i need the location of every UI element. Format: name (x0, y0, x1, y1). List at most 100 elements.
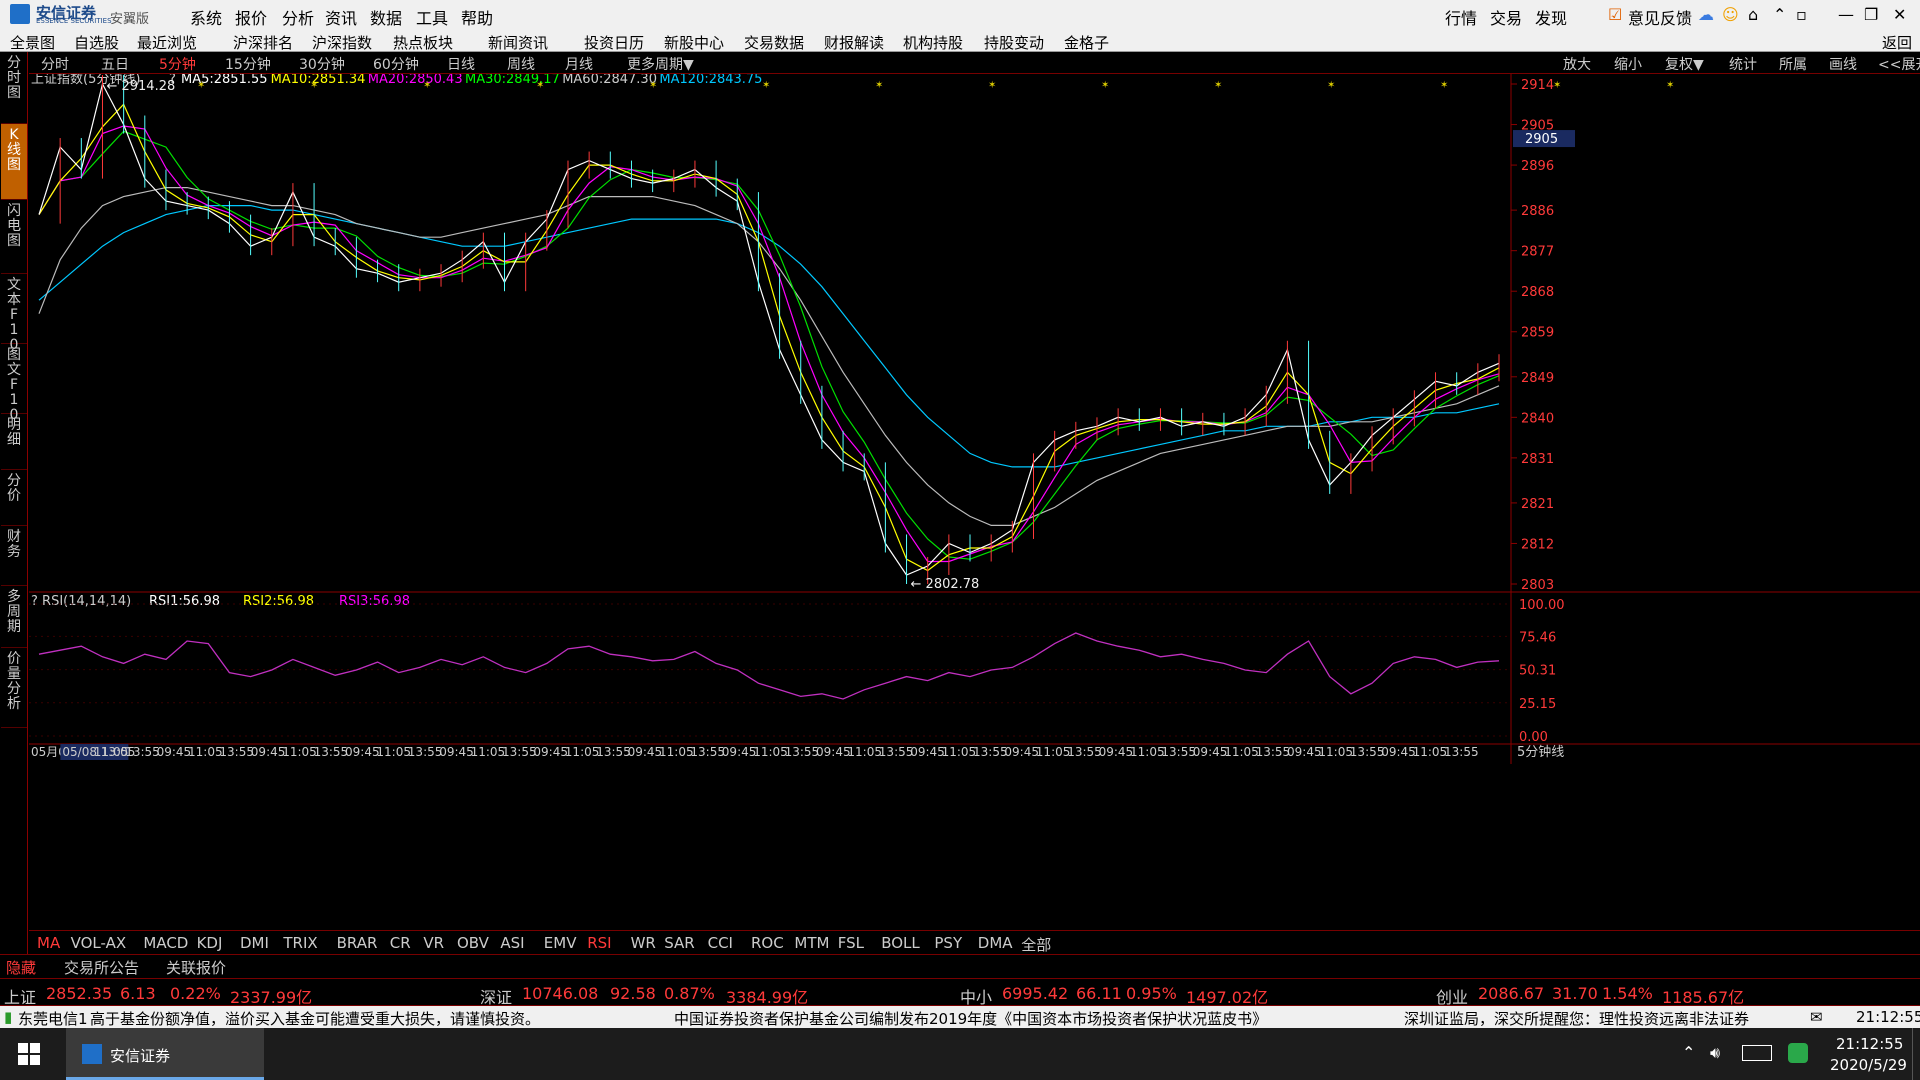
mail-icon[interactable]: ✉ (1810, 1008, 1823, 1026)
menu-item[interactable]: 系统 (190, 5, 222, 29)
menu-hangqing[interactable]: 行情 (1445, 5, 1477, 29)
indicator-tab[interactable]: WR (631, 934, 656, 952)
back-button[interactable]: 返回 (1882, 32, 1912, 53)
collapse-icon[interactable]: ⌃ (1773, 5, 1786, 24)
chart-tool-button[interactable]: 缩小 (1614, 54, 1642, 74)
toolbar-link[interactable]: 全景图 (10, 32, 55, 53)
toolbar-link[interactable]: 交易数据 (744, 32, 804, 53)
indicator-tab[interactable]: BOLL (881, 934, 920, 952)
sidebar-tab[interactable]: 价 量 分 析 (1, 648, 27, 728)
feedback-icon[interactable]: ☑ (1608, 5, 1622, 24)
volume-icon[interactable]: 🔊︎ (1710, 1043, 1720, 1063)
indicator-tab[interactable]: MACD (143, 934, 188, 952)
toolbar-link[interactable]: 机构持股 (903, 32, 963, 53)
menu-item[interactable]: 工具 (416, 5, 448, 29)
indicator-tab[interactable]: CCI (708, 934, 733, 952)
menu-item[interactable]: 帮助 (461, 5, 493, 29)
cloud-icon[interactable]: ☁ (1698, 5, 1714, 24)
toolbar-link[interactable]: 热点板块 (393, 32, 453, 53)
feedback-button[interactable]: 意见反馈 (1628, 5, 1692, 29)
toolbar-link[interactable]: 持股变动 (984, 32, 1044, 53)
toolbar-link[interactable]: 沪深指数 (312, 32, 372, 53)
windows-start-icon[interactable] (18, 1043, 40, 1065)
restore-icon[interactable]: ▫ (1796, 5, 1807, 24)
indicator-tab[interactable]: TRIX (283, 934, 317, 952)
exchange-notice-tab[interactable]: 交易所公告 (64, 957, 139, 978)
sidebar-tab[interactable]: 图 文 F 1 0 (1, 344, 27, 423)
indicator-tab[interactable]: MTM (794, 934, 829, 952)
sidebar-tab[interactable]: 文 本 F 1 0 (1, 274, 27, 353)
chart-tool-button[interactable]: 所属 (1779, 54, 1807, 74)
sidebar-tab[interactable]: 多 周 期 (1, 586, 27, 648)
ticker-message[interactable]: 深圳证监局，深交所提醒您：理性投资远离非法证券 (1404, 1008, 1804, 1029)
indicator-tab[interactable]: PSY (934, 934, 962, 952)
indicator-tab[interactable]: 全部 (1021, 934, 1051, 955)
menu-jiaoyi[interactable]: 交易 (1490, 5, 1522, 29)
chart-tool-button[interactable]: 统计 (1729, 54, 1757, 74)
hide-button[interactable]: 隐藏 (6, 957, 36, 978)
toolbar-link[interactable]: 自选股 (74, 32, 119, 53)
sidebar-tab[interactable]: 闪 电 图 (1, 200, 27, 274)
period-tab[interactable]: 60分钟 (373, 54, 419, 74)
period-tab[interactable]: 五日 (101, 54, 129, 74)
period-tab[interactable]: 周线 (507, 54, 535, 74)
ticker-message[interactable]: 高于基金份额净值，溢价买入基金可能遭受重大损失，请谨慎投资。 (90, 1008, 610, 1029)
indicator-tab[interactable]: FSL (838, 934, 864, 952)
taskbar-app-button[interactable]: 安信证券 (66, 1028, 264, 1080)
keyboard-icon[interactable] (1742, 1045, 1772, 1061)
indicator-tab[interactable]: EMV (544, 934, 577, 952)
server-name[interactable]: 东莞电信1 (18, 1008, 88, 1029)
period-tab[interactable]: 月线 (565, 54, 593, 74)
indicator-tab[interactable]: DMA (978, 934, 1013, 952)
menu-item[interactable]: 数据 (370, 5, 402, 29)
period-tab[interactable]: 分时 (41, 54, 69, 74)
menu-faxian[interactable]: 发现 (1535, 5, 1567, 29)
indicator-tab[interactable]: VR (423, 934, 444, 952)
indicator-tab[interactable]: MA (37, 934, 60, 952)
tray-app-icon[interactable] (1788, 1043, 1808, 1063)
clock-time[interactable]: 21:12:55 (1836, 1035, 1903, 1053)
indicator-tab[interactable]: CR (390, 934, 411, 952)
indicator-tab[interactable]: ROC (751, 934, 784, 952)
chart-tool-button[interactable]: 画线 (1829, 54, 1857, 74)
kline-chart[interactable]: 上证指数(5分钟线)? MA5:2851.55 MA10:2851.34 MA20:2… (29, 74, 1920, 930)
smile-icon[interactable]: ☺ (1722, 5, 1739, 24)
indicator-tab[interactable]: DMI (240, 934, 269, 952)
toolbar-link[interactable]: 新股中心 (664, 32, 724, 53)
indicator-tab[interactable]: ASI (500, 934, 524, 952)
chart-tool-button[interactable]: 放大 (1563, 54, 1591, 74)
indicator-tab[interactable]: BRAR (337, 934, 378, 952)
indicator-tab[interactable]: SAR (664, 934, 694, 952)
skin-icon[interactable]: ⌂ (1748, 5, 1758, 24)
show-desktop-button[interactable] (1912, 1028, 1920, 1080)
period-tab[interactable]: 5分钟 (159, 54, 196, 74)
ticker-message[interactable]: 中国证券投资者保护基金公司编制发布2019年度《中国资本市场投资者保护状况蓝皮书… (674, 1008, 1374, 1029)
maximize-icon[interactable]: ❐ (1864, 5, 1878, 24)
indicator-tab[interactable]: VOL-AX (71, 934, 127, 952)
sidebar-tab[interactable]: K 线 图 (1, 124, 27, 200)
clock-date[interactable]: 2020/5/29 (1830, 1056, 1907, 1074)
chart-tool-button[interactable]: 复权▼ (1665, 54, 1704, 74)
toolbar-link[interactable]: 最近浏览 (137, 32, 197, 53)
indicator-tab[interactable]: KDJ (197, 934, 223, 952)
minimize-icon[interactable]: — (1838, 5, 1854, 24)
period-tab[interactable]: 日线 (447, 54, 475, 74)
sidebar-tab[interactable]: 分 时 图 (1, 52, 27, 124)
period-tab[interactable]: 更多周期▼ (627, 54, 694, 74)
tray-chevron-icon[interactable]: ⌃ (1682, 1043, 1695, 1062)
sidebar-tab[interactable]: 分 价 (1, 470, 27, 526)
toolbar-link[interactable]: 投资日历 (584, 32, 644, 53)
toolbar-link[interactable]: 财报解读 (824, 32, 884, 53)
close-icon[interactable]: ✕ (1893, 5, 1906, 24)
indicator-tab[interactable]: OBV (457, 934, 489, 952)
toolbar-link[interactable]: 沪深排名 (233, 32, 293, 53)
toolbar-link[interactable]: 新闻资讯 (488, 32, 548, 53)
menu-item[interactable]: 报价 (235, 5, 267, 29)
toolbar-link[interactable]: 金格子 (1064, 32, 1109, 53)
chart-tool-button[interactable]: <<展开 (1878, 54, 1920, 74)
indicator-tab[interactable]: RSI (587, 934, 611, 952)
menu-item[interactable]: 资讯 (325, 5, 357, 29)
sidebar-tab[interactable]: 财 务 (1, 526, 27, 586)
period-tab[interactable]: 15分钟 (225, 54, 271, 74)
related-quotes-tab[interactable]: 关联报价 (166, 957, 226, 978)
